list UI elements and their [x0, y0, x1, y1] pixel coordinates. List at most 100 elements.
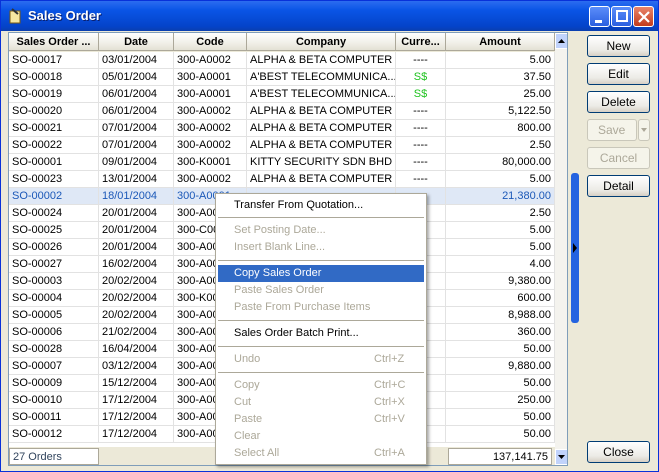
cell-no: SO-00010: [9, 392, 99, 409]
cell-company: A'BEST TELECOMMUNICA...: [247, 69, 396, 86]
cell-amount: 37.50: [446, 69, 555, 86]
menu-item-set-posting-date: Set Posting Date...: [218, 222, 424, 239]
cell-code: 300-A0002: [174, 52, 247, 69]
minimize-button[interactable]: [589, 6, 610, 27]
new-button[interactable]: New: [587, 35, 650, 57]
sales-order-window: Sales Order Sales Order ... Date Code Co…: [0, 0, 659, 472]
column-header-currency[interactable]: Curre...: [396, 33, 446, 51]
table-row[interactable]: SO-00001 09/01/2004 300-K0001 KITTY SECURIT…: [9, 154, 555, 171]
cell-date: 15/12/2004: [99, 375, 174, 392]
cell-date: 18/01/2004: [99, 188, 174, 205]
menu-item-select-all: Select All Ctrl+A: [218, 445, 424, 462]
table-row[interactable]: SO-00021 07/01/2004 300-A0002 ALPHA & BETA …: [9, 120, 555, 137]
cell-company: ALPHA & BETA COMPUTER: [247, 137, 396, 154]
cell-no: SO-00025: [9, 222, 99, 239]
menu-item-label: Transfer From Quotation...: [234, 199, 364, 211]
delete-button[interactable]: Delete: [587, 91, 650, 113]
chevron-right-icon: [573, 243, 577, 253]
column-header-date[interactable]: Date: [99, 33, 174, 51]
app-icon: [9, 8, 21, 24]
vertical-scrollbar[interactable]: [555, 33, 567, 465]
column-header-sales-order[interactable]: Sales Order ...: [9, 33, 99, 51]
cell-no: SO-00021: [9, 120, 99, 137]
cell-amount: 5,122.50: [446, 103, 555, 120]
table-row[interactable]: SO-00017 03/01/2004 300-A0002 ALPHA & BETA …: [9, 52, 555, 69]
maximize-button[interactable]: [611, 6, 632, 27]
scroll-down-button[interactable]: [555, 449, 567, 465]
cell-no: SO-00001: [9, 154, 99, 171]
table-row[interactable]: SO-00018 05/01/2004 300-A0001 A'BEST TELECO…: [9, 69, 555, 86]
cell-date: 05/01/2004: [99, 69, 174, 86]
menu-item-paste-from-purchase-items: Paste From Purchase Items: [218, 299, 424, 316]
menu-item-shortcut: Ctrl+C: [374, 379, 406, 391]
cell-no: SO-00023: [9, 171, 99, 188]
cell-code: 300-A0002: [174, 120, 247, 137]
cell-company: ALPHA & BETA COMPUTER: [247, 52, 396, 69]
cell-date: 06/01/2004: [99, 103, 174, 120]
column-header-company[interactable]: Company: [247, 33, 396, 51]
title-bar[interactable]: Sales Order: [1, 1, 658, 31]
panel-splitter-handle[interactable]: [571, 173, 579, 323]
cell-code: 300-A0002: [174, 103, 247, 120]
cell-amount: 5.00: [446, 222, 555, 239]
menu-item-clear: Clear: [218, 428, 424, 445]
cell-date: 20/01/2004: [99, 222, 174, 239]
cell-amount: 80,000.00: [446, 154, 555, 171]
cell-no: SO-00007: [9, 358, 99, 375]
cell-date: 03/01/2004: [99, 52, 174, 69]
menu-separator: [218, 346, 424, 347]
cell-date: 17/12/2004: [99, 392, 174, 409]
cell-amount: 9,380.00: [446, 273, 555, 290]
cell-no: SO-00027: [9, 256, 99, 273]
close-button[interactable]: Close: [587, 441, 650, 463]
cell-company: ALPHA & BETA COMPUTER: [247, 120, 396, 137]
menu-item-paste-sales-order: Paste Sales Order: [218, 282, 424, 299]
cell-amount: 2.50: [446, 205, 555, 222]
context-menu: Transfer From Quotation... Set Posting D…: [215, 193, 427, 465]
menu-item-cut: Cut Ctrl+X: [218, 394, 424, 411]
detail-button[interactable]: Detail: [587, 175, 650, 197]
cell-curr: ----: [396, 171, 446, 188]
menu-item-label: Select All: [234, 447, 280, 459]
save-button[interactable]: Save: [587, 119, 637, 141]
minimize-icon: [595, 20, 602, 23]
menu-item-label: Sales Order Batch Print...: [234, 327, 359, 339]
menu-item-shortcut: Ctrl+Z: [374, 353, 405, 365]
cell-curr: ----: [396, 154, 446, 171]
cell-amount: 800.00: [446, 120, 555, 137]
cell-date: 07/01/2004: [99, 137, 174, 154]
table-row[interactable]: SO-00019 06/01/2004 300-A0001 A'BEST TELECO…: [9, 86, 555, 103]
save-dropdown-button[interactable]: [638, 119, 650, 141]
column-header-code[interactable]: Code: [174, 33, 247, 51]
menu-item-undo: Undo Ctrl+Z: [218, 351, 424, 368]
cell-no: SO-00002: [9, 188, 99, 205]
cell-amount: 8,988.00: [446, 307, 555, 324]
cell-no: SO-00028: [9, 341, 99, 358]
cancel-button[interactable]: Cancel: [587, 147, 650, 169]
cell-no: SO-00020: [9, 103, 99, 120]
cell-date: 20/02/2004: [99, 307, 174, 324]
cell-code: 300-A0001: [174, 69, 247, 86]
cell-amount: 600.00: [446, 290, 555, 307]
cell-no: SO-00024: [9, 205, 99, 222]
menu-separator: [218, 372, 424, 373]
table-row[interactable]: SO-00020 06/01/2004 300-A0002 ALPHA & BETA …: [9, 103, 555, 120]
table-row[interactable]: SO-00023 13/01/2004 300-A0002 ALPHA & BETA …: [9, 171, 555, 188]
chevron-down-icon: [641, 128, 647, 132]
scroll-up-button[interactable]: [555, 33, 567, 49]
cell-no: SO-00003: [9, 273, 99, 290]
cell-curr: ----: [396, 137, 446, 154]
menu-item-copy-sales-order[interactable]: Copy Sales Order: [218, 265, 424, 282]
cell-amount: 2.50: [446, 137, 555, 154]
menu-item-label: Set Posting Date...: [234, 224, 326, 236]
cell-company: ALPHA & BETA COMPUTER: [247, 103, 396, 120]
cell-amount: 50.00: [446, 426, 555, 443]
menu-item-batch-print[interactable]: Sales Order Batch Print...: [218, 325, 424, 342]
cell-date: 20/02/2004: [99, 290, 174, 307]
column-header-amount[interactable]: Amount: [446, 33, 555, 51]
close-window-button[interactable]: [633, 6, 654, 27]
edit-button[interactable]: Edit: [587, 63, 650, 85]
menu-item-transfer-from-quotation[interactable]: Transfer From Quotation...: [218, 197, 424, 214]
cell-amount: 250.00: [446, 392, 555, 409]
table-row[interactable]: SO-00022 07/01/2004 300-A0002 ALPHA & BETA …: [9, 137, 555, 154]
